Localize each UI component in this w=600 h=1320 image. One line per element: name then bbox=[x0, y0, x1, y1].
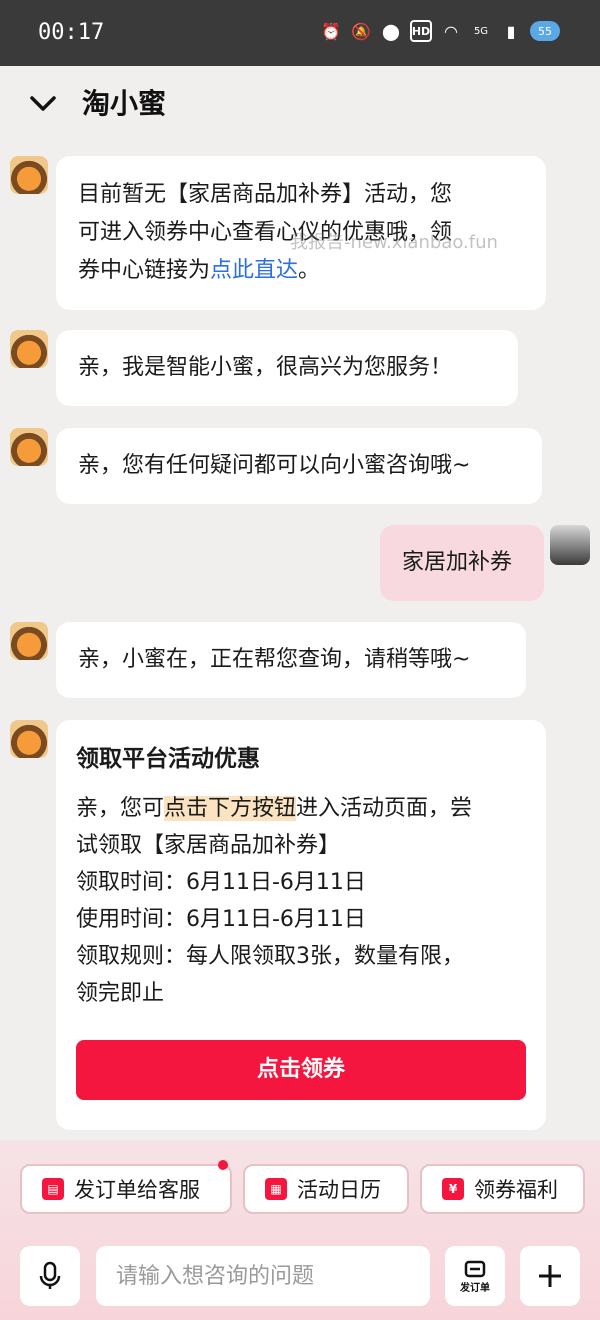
coupon-welfare-button[interactable]: ¥ 领券福利 bbox=[420, 1164, 585, 1214]
message-text: 亲，我是智能小蜜，很高兴为您服务！ bbox=[78, 355, 453, 380]
message-text: 亲，您有任何疑问都可以向小蜜咨询哦~ bbox=[78, 453, 471, 478]
card-line: 试领取【家居商品加补券】 bbox=[76, 833, 341, 858]
message-text: 家居加补券 bbox=[402, 550, 513, 575]
status-time: 00:17 bbox=[38, 20, 105, 45]
chevron-down-icon[interactable] bbox=[28, 88, 58, 118]
location-icon: ⬤ bbox=[382, 21, 400, 41]
wifi-icon: ◠ bbox=[444, 21, 458, 41]
chat-bubble-bot: 亲，您有任何疑问都可以向小蜜咨询哦~ bbox=[56, 428, 542, 504]
message-text: 亲，小蜜在，正在帮您查询，请稍等哦~ bbox=[78, 647, 471, 672]
chat-bubble-user: 家居加补券 bbox=[380, 525, 544, 601]
send-order-icon-button[interactable]: 发订单 bbox=[445, 1246, 505, 1306]
voice-button[interactable] bbox=[20, 1246, 80, 1306]
highlight-text: 点击下方按钮 bbox=[164, 796, 297, 821]
question-input[interactable] bbox=[96, 1246, 430, 1306]
status-bar: 00:17 ⏰ 🔕 ⬤ HD ◠ 5G ▮ 55 bbox=[0, 0, 600, 66]
bot-avatar bbox=[10, 622, 48, 660]
coupon-center-link[interactable]: 点此直达 bbox=[210, 258, 298, 283]
signal-icon: ▮ bbox=[506, 21, 516, 41]
microphone-icon bbox=[39, 1261, 61, 1289]
plus-icon bbox=[539, 1265, 561, 1287]
card-body: 亲，您可点击下方按钮进入活动页面，尝 试领取【家居商品加补券】 领取时间：6月1… bbox=[76, 790, 536, 1012]
quick-action-label: 发订单给客服 bbox=[74, 1178, 200, 1202]
bot-avatar bbox=[10, 720, 48, 758]
user-avatar bbox=[550, 525, 590, 565]
battery-icon: 55 bbox=[530, 21, 560, 41]
send-order-button[interactable]: ▤ 发订单给客服 bbox=[20, 1160, 232, 1214]
quick-action-label: 领券福利 bbox=[474, 1178, 558, 1202]
more-button[interactable] bbox=[520, 1246, 580, 1306]
title-bar: 淘小蜜 bbox=[0, 66, 600, 138]
page-title: 淘小蜜 bbox=[82, 87, 167, 120]
watermark: 我报告-new.xianbao.fun bbox=[290, 232, 498, 253]
card-title: 领取平台活动优惠 bbox=[76, 746, 260, 772]
bot-avatar bbox=[10, 330, 48, 368]
claim-coupon-button[interactable]: 点击领券 bbox=[76, 1040, 526, 1100]
network-label: 5G bbox=[473, 25, 489, 37]
use-time: 使用时间：6月11日-6月11日 bbox=[76, 907, 366, 932]
alarm-icon: ⏰ bbox=[321, 21, 341, 41]
coupon-icon: ¥ bbox=[442, 1178, 464, 1200]
status-icons: ⏰ 🔕 ⬤ HD ◠ 5G ▮ 55 bbox=[320, 20, 560, 42]
claim-rule-cont: 领完即止 bbox=[76, 981, 165, 1006]
calendar-icon: ▦ bbox=[265, 1178, 287, 1200]
notification-dot bbox=[218, 1160, 228, 1170]
claim-rule: 领取规则：每人限领取3张，数量有限， bbox=[76, 944, 464, 969]
chat-bubble-bot: 亲，我是智能小蜜，很高兴为您服务！ bbox=[56, 330, 518, 406]
mute-icon: 🔕 bbox=[351, 21, 371, 41]
promo-card: 领取平台活动优惠 亲，您可点击下方按钮进入活动页面，尝 试领取【家居商品加补券】… bbox=[56, 720, 546, 1130]
hd-badge: HD bbox=[410, 20, 432, 42]
order-button-label: 发订单 bbox=[460, 1282, 490, 1294]
bottom-toolbar: ▤ 发订单给客服 ▦ 活动日历 ¥ 领券福利 发订单 bbox=[0, 1140, 600, 1320]
activity-calendar-button[interactable]: ▦ 活动日历 bbox=[243, 1164, 409, 1214]
quick-action-label: 活动日历 bbox=[297, 1178, 381, 1202]
order-icon: ▤ bbox=[42, 1178, 64, 1200]
card-line: 亲，您可点击下方按钮进入活动页面，尝 bbox=[76, 796, 473, 821]
message-text: 券中心链接为点此直达。 bbox=[78, 258, 321, 283]
order-box-icon bbox=[464, 1260, 486, 1277]
claim-time: 领取时间：6月11日-6月11日 bbox=[76, 870, 366, 895]
message-text: 目前暂无【家居商品加补券】活动，您 bbox=[78, 182, 453, 207]
bot-avatar bbox=[10, 428, 48, 466]
chat-bubble-bot: 亲，小蜜在，正在帮您查询，请稍等哦~ bbox=[56, 622, 526, 698]
bot-avatar bbox=[10, 156, 48, 194]
